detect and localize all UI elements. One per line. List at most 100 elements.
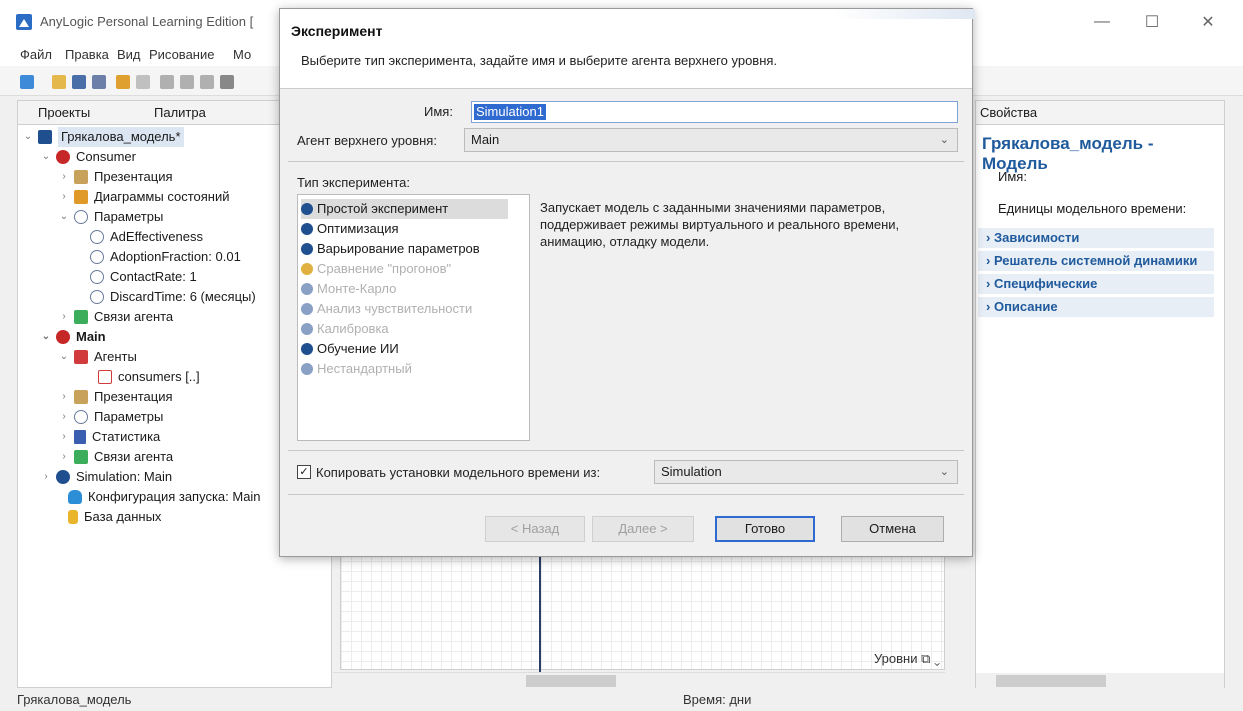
menu-file[interactable]: Файл xyxy=(20,47,52,62)
delete-icon[interactable] xyxy=(220,75,234,89)
list-item-simple[interactable]: Простой эксперимент xyxy=(301,199,508,219)
properties-horizontal-scrollbar[interactable] xyxy=(976,673,1224,689)
dialog-header: Эксперимент Выберите тип эксперимента, з… xyxy=(280,9,975,89)
tab-palette[interactable]: Палитра xyxy=(154,105,206,120)
tree-node-param[interactable]: DiscardTime: 6 (месяцы) xyxy=(90,287,256,307)
database-icon xyxy=(68,510,78,524)
list-item-compare-runs[interactable]: Сравнение "прогонов" xyxy=(301,259,455,279)
statechart-icon xyxy=(74,190,88,204)
list-item-parameter-variation[interactable]: Варьирование параметров xyxy=(301,239,484,259)
tree-node-presentation[interactable]: › Презентация xyxy=(58,387,173,407)
finish-button[interactable]: Готово xyxy=(715,516,815,542)
maximize-icon[interactable]: ☐ xyxy=(1130,10,1174,34)
menu-draw[interactable]: Рисование xyxy=(149,47,214,62)
name-label: Имя: xyxy=(998,169,1027,184)
agent-icon xyxy=(56,150,70,164)
tree-node-simulation[interactable]: › Simulation: Main xyxy=(40,467,172,487)
new-icon[interactable] xyxy=(20,75,34,89)
ai-training-icon xyxy=(301,343,313,355)
list-item-ai-training[interactable]: Обучение ИИ xyxy=(301,339,403,359)
agents-icon xyxy=(74,350,88,364)
section-sd-solver[interactable]: › Решатель системной динамики xyxy=(978,251,1214,271)
tab-projects[interactable]: Проекты xyxy=(38,105,90,120)
tree-node-param[interactable]: AdoptionFraction: 0.01 xyxy=(90,247,241,267)
copy-icon[interactable] xyxy=(180,75,194,89)
tree-node-parameters[interactable]: ⌄ Параметры xyxy=(58,207,163,227)
monte-carlo-icon xyxy=(301,283,313,295)
name-value: Simulation1 xyxy=(474,104,546,120)
tab-properties[interactable]: Свойства xyxy=(980,105,1037,120)
tree-node-presentation[interactable]: › Презентация xyxy=(58,167,173,187)
tree-node-param[interactable]: AdEffectiveness xyxy=(90,227,203,247)
tree-node-links[interactable]: › Связи агента xyxy=(58,447,173,467)
menu-edit[interactable]: Правка xyxy=(65,47,109,62)
next-button[interactable]: Далее > xyxy=(592,516,694,542)
simple-experiment-icon xyxy=(301,203,313,215)
top-agent-select[interactable]: Main ⌄ xyxy=(464,128,958,152)
tree-node-statistics[interactable]: › Статистика xyxy=(58,427,160,447)
tree-node-main[interactable]: ⌄ Main xyxy=(40,327,106,347)
canvas-horizontal-scrollbar[interactable] xyxy=(333,672,945,688)
experiment-type-label: Тип эксперимента: xyxy=(297,175,411,190)
agent-icon xyxy=(56,330,70,344)
dialog-title: Эксперимент xyxy=(291,23,383,39)
calibration-icon xyxy=(301,323,313,335)
open-icon[interactable] xyxy=(52,75,66,89)
cut-icon[interactable] xyxy=(160,75,174,89)
menu-view[interactable]: Вид xyxy=(117,47,141,62)
list-item-custom[interactable]: Нестандартный xyxy=(301,359,416,379)
experiment-icon xyxy=(56,470,70,484)
minimize-icon[interactable]: — xyxy=(1080,10,1124,34)
save-icon[interactable] xyxy=(72,75,86,89)
save-all-icon[interactable] xyxy=(92,75,106,89)
copy-from-select[interactable]: Simulation ⌄ xyxy=(654,460,958,484)
undo-icon[interactable] xyxy=(116,75,130,89)
presentation-icon xyxy=(74,390,88,404)
name-label: Имя: xyxy=(424,104,453,119)
scrollbar-thumb[interactable] xyxy=(996,675,1106,687)
list-item-sensitivity[interactable]: Анализ чувствительности xyxy=(301,299,476,319)
tree-node-database[interactable]: База данных xyxy=(68,507,161,527)
tree-node-agents[interactable]: ⌄ Агенты xyxy=(58,347,137,367)
status-time-units: Время: дни xyxy=(683,692,752,707)
tree-node-consumers[interactable]: consumers [..] xyxy=(98,367,200,387)
close-icon[interactable]: ✕ xyxy=(1186,10,1230,34)
copy-time-settings-checkbox[interactable]: ✓ xyxy=(297,465,311,479)
tree-node-consumer[interactable]: ⌄ Consumer xyxy=(40,147,136,167)
levels-button[interactable]: Уровни ⧉ ⌄ xyxy=(874,651,940,667)
back-button[interactable]: < Назад xyxy=(485,516,585,542)
tree-node-links[interactable]: › Связи агента xyxy=(58,307,173,327)
tree-node-statecharts[interactable]: › Диаграммы состояний xyxy=(58,187,229,207)
run-configuration-icon xyxy=(68,490,82,504)
tree-node-param[interactable]: ContactRate: 1 xyxy=(90,267,197,287)
experiment-description: Запускает модель с заданными значениями … xyxy=(540,200,900,249)
population-icon xyxy=(98,370,112,384)
paste-icon[interactable] xyxy=(200,75,214,89)
model-icon xyxy=(38,130,52,144)
separator xyxy=(288,450,964,451)
list-item-optimization[interactable]: Оптимизация xyxy=(301,219,403,239)
tree-node-run-config[interactable]: Конфигурация запуска: Main xyxy=(68,487,261,507)
time-units-label: Единицы модельного времени: xyxy=(998,201,1187,216)
copy-time-settings-label: Копировать установки модельного времени … xyxy=(316,465,601,480)
tree-node-parameters[interactable]: › Параметры xyxy=(58,407,163,427)
list-item-monte-carlo[interactable]: Монте-Карло xyxy=(301,279,400,299)
redo-icon[interactable] xyxy=(136,75,150,89)
top-agent-label: Агент верхнего уровня: xyxy=(297,133,437,148)
section-specific[interactable]: › Специфические xyxy=(978,274,1214,294)
section-description[interactable]: › Описание xyxy=(978,297,1214,317)
section-dependencies[interactable]: › Зависимости xyxy=(978,228,1214,248)
properties-panel: Свойства Грякалова_модель - Модель Имя: … xyxy=(975,100,1225,689)
properties-title: Грякалова_модель - Модель xyxy=(982,134,1154,173)
anylogic-logo-icon xyxy=(16,14,32,30)
tree-node-model[interactable]: ⌄ Грякалова_модель* xyxy=(22,127,184,147)
custom-experiment-icon xyxy=(301,363,313,375)
cancel-button[interactable]: Отмена xyxy=(841,516,944,542)
sensitivity-icon xyxy=(301,303,313,315)
menu-model[interactable]: Мо xyxy=(233,47,251,62)
list-item-calibration[interactable]: Калибровка xyxy=(301,319,393,339)
experiment-name-input[interactable]: Simulation1 xyxy=(471,101,958,123)
scrollbar-thumb[interactable] xyxy=(526,675,616,687)
arrow-line xyxy=(539,555,541,685)
status-model-name: Грякалова_модель xyxy=(17,692,132,707)
